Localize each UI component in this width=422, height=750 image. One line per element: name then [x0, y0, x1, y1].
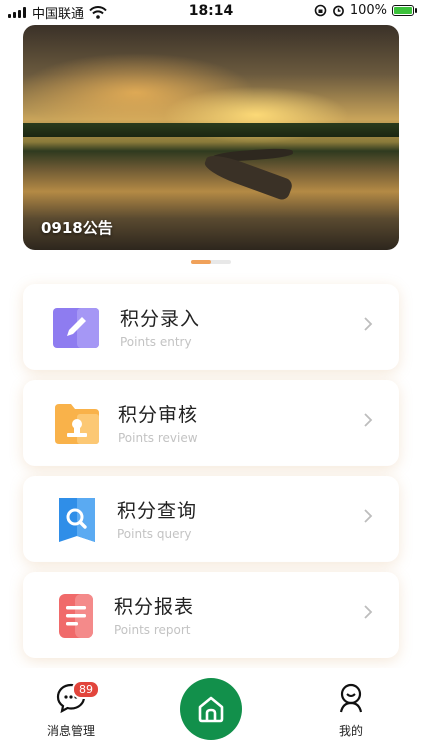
user-icon — [339, 683, 363, 713]
chevron-right-icon — [364, 413, 373, 427]
menu-points-query[interactable]: 积分查询 Points query — [23, 476, 399, 562]
chevron-right-icon — [364, 317, 373, 331]
menu-points-report[interactable]: 积分报表 Points report — [23, 572, 399, 658]
menu-texts: 积分审核 Points review — [118, 400, 198, 445]
banner-title: 0918公告 — [41, 219, 113, 237]
carousel-indicator[interactable] — [191, 260, 231, 264]
menu-subtitle: Points review — [118, 431, 198, 445]
tab-bar: 89 消息管理 我的 — [0, 668, 422, 750]
tab-me[interactable]: 我的 — [320, 682, 382, 739]
carousel-indicator-active — [191, 260, 211, 264]
tab-label: 消息管理 — [46, 724, 95, 738]
home-button[interactable] — [180, 678, 242, 740]
battery-icon — [392, 5, 417, 16]
rotation-lock-icon — [314, 4, 327, 17]
banner-image-treeline — [23, 123, 399, 137]
menu-texts: 积分报表 Points report — [114, 592, 194, 637]
menu-texts: 积分查询 Points query — [117, 496, 197, 541]
announcement-banner[interactable]: 0918公告 — [23, 25, 399, 250]
unread-badge: 89 — [72, 680, 100, 699]
menu-subtitle: Points entry — [120, 335, 192, 349]
tab-messages[interactable]: 89 消息管理 — [40, 680, 102, 739]
home-icon — [198, 696, 224, 723]
menu-subtitle: Points report — [114, 623, 191, 637]
status-bar: 中国联通 18:14 100% — [0, 0, 422, 24]
search-icon — [59, 498, 95, 542]
folder-stamp-icon — [55, 404, 99, 444]
menu-subtitle: Points query — [117, 527, 192, 541]
menu-title: 积分录入 — [120, 308, 201, 330]
alarm-icon — [332, 5, 344, 17]
menu-texts: 积分录入 Points entry — [120, 304, 200, 349]
menu-points-review[interactable]: 积分审核 Points review — [23, 380, 399, 466]
battery-percent: 100% — [349, 3, 387, 18]
menu-title: 积分报表 — [114, 596, 195, 618]
menu-points-entry[interactable]: 积分录入 Points entry — [23, 284, 399, 370]
menu-title: 积分查询 — [117, 500, 198, 522]
tab-label: 我的 — [338, 724, 363, 738]
menu-title: 积分审核 — [118, 404, 199, 426]
chevron-right-icon — [364, 605, 373, 619]
report-icon — [59, 594, 93, 638]
status-right: 100% — [314, 3, 417, 18]
chevron-right-icon — [364, 509, 373, 523]
pencil-icon — [53, 308, 99, 348]
